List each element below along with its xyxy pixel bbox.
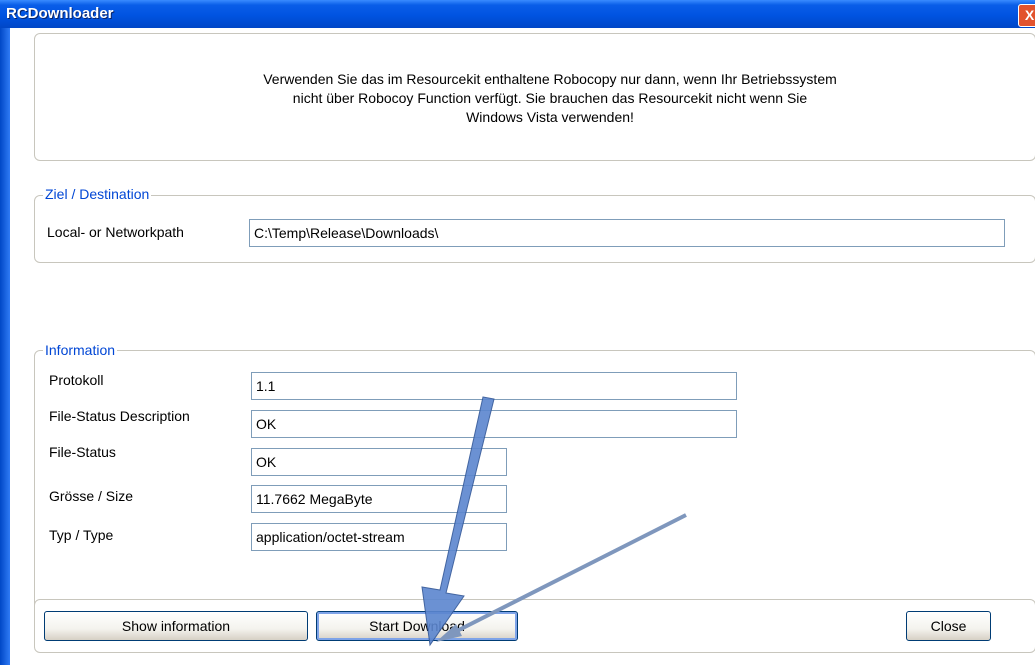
type-label: Typ / Type [49, 527, 114, 543]
title-bar[interactable]: RCDownloader X [0, 0, 1035, 28]
protokoll-field[interactable]: 1.1 [251, 372, 737, 400]
notice-line-3: Windows Vista verwenden! [466, 109, 634, 125]
file-status-label: File-Status [49, 444, 116, 460]
file-status-field[interactable]: OK [251, 448, 507, 476]
button-bar: Show information Start Download Close [34, 599, 1035, 653]
size-field[interactable]: 11.7662 MegaByte [251, 485, 507, 513]
close-button[interactable]: Close [906, 611, 991, 641]
path-label: Local- or Networkpath [47, 224, 184, 240]
information-legend: Information [43, 342, 118, 358]
client-area: Verwenden Sie das im Resourcekit enthalt… [10, 28, 1035, 665]
size-label: Grösse / Size [49, 488, 134, 504]
file-status-description-label: File-Status Description [49, 408, 190, 424]
window-frame-left [0, 28, 10, 665]
file-status-description-field[interactable]: OK [251, 410, 737, 438]
notice-box: Verwenden Sie das im Resourcekit enthalt… [34, 33, 1035, 161]
destination-legend: Ziel / Destination [43, 186, 152, 202]
close-window-icon[interactable]: X [1018, 4, 1035, 27]
show-information-button[interactable]: Show information [44, 611, 308, 641]
information-group: Information Protokoll 1.1 File-Status De… [34, 342, 1035, 618]
start-download-button[interactable]: Start Download [316, 611, 518, 641]
window-title: RCDownloader [6, 5, 114, 22]
protokoll-label: Protokoll [49, 372, 104, 388]
path-input[interactable]: C:\Temp\Release\Downloads\ [249, 219, 1005, 247]
destination-group: Ziel / Destination Local- or Networkpath… [34, 186, 1035, 263]
notice-line-2: nicht über Robocoy Function verfügt. Sie… [292, 90, 808, 106]
notice-text: Verwenden Sie das im Resourcekit enthalt… [175, 70, 925, 127]
notice-line-1: Verwenden Sie das im Resourcekit enthalt… [263, 71, 837, 87]
type-field[interactable]: application/octet-stream [251, 523, 507, 551]
